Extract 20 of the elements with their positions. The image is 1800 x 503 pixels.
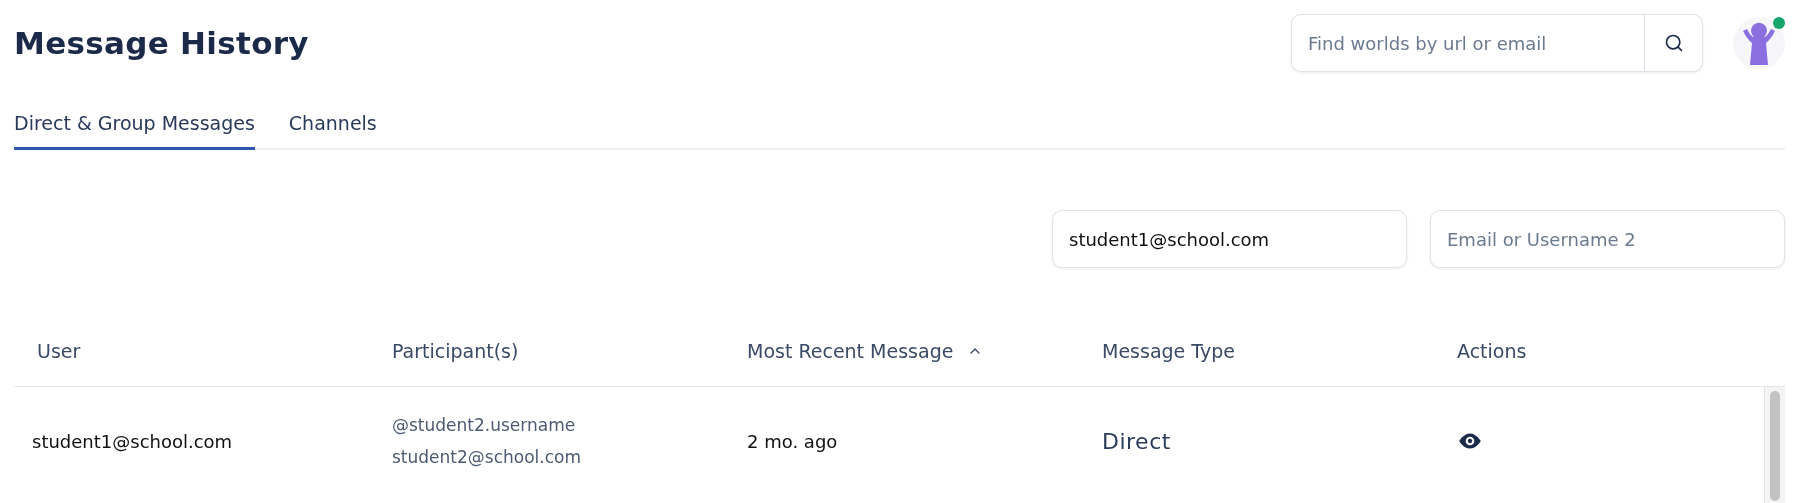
column-header[interactable]: User (14, 340, 369, 362)
column-header[interactable]: Actions (1434, 340, 1785, 362)
participant-name: student2@school.com (392, 447, 583, 467)
table-cell-text: 2 mo. ago (746, 430, 839, 452)
column-header[interactable]: Message Type (1079, 340, 1434, 362)
tab[interactable]: Direct & Group Messages (14, 112, 255, 150)
search-icon (1663, 33, 1684, 53)
tab[interactable]: Channels (288, 112, 377, 150)
search-button[interactable] (1645, 14, 1703, 72)
avatar-icon[interactable] (1733, 17, 1785, 69)
column-header[interactable]: Participant(s) (369, 340, 724, 362)
page-title: Message History (14, 25, 310, 61)
scrollbar[interactable] (1764, 387, 1785, 503)
email-filter-field[interactable]: Email or Username 2 (1430, 210, 1785, 268)
message-type: Direct (1101, 428, 1172, 454)
search-field[interactable]: Find worlds by url or email (1291, 14, 1645, 72)
column-header[interactable]: Most Recent Message (724, 340, 1079, 362)
email-filter-field[interactable]: student1@school.com (1052, 210, 1407, 268)
table-cell-text: student1@school.com (31, 430, 234, 452)
participant-name: @student2.username (392, 415, 577, 435)
